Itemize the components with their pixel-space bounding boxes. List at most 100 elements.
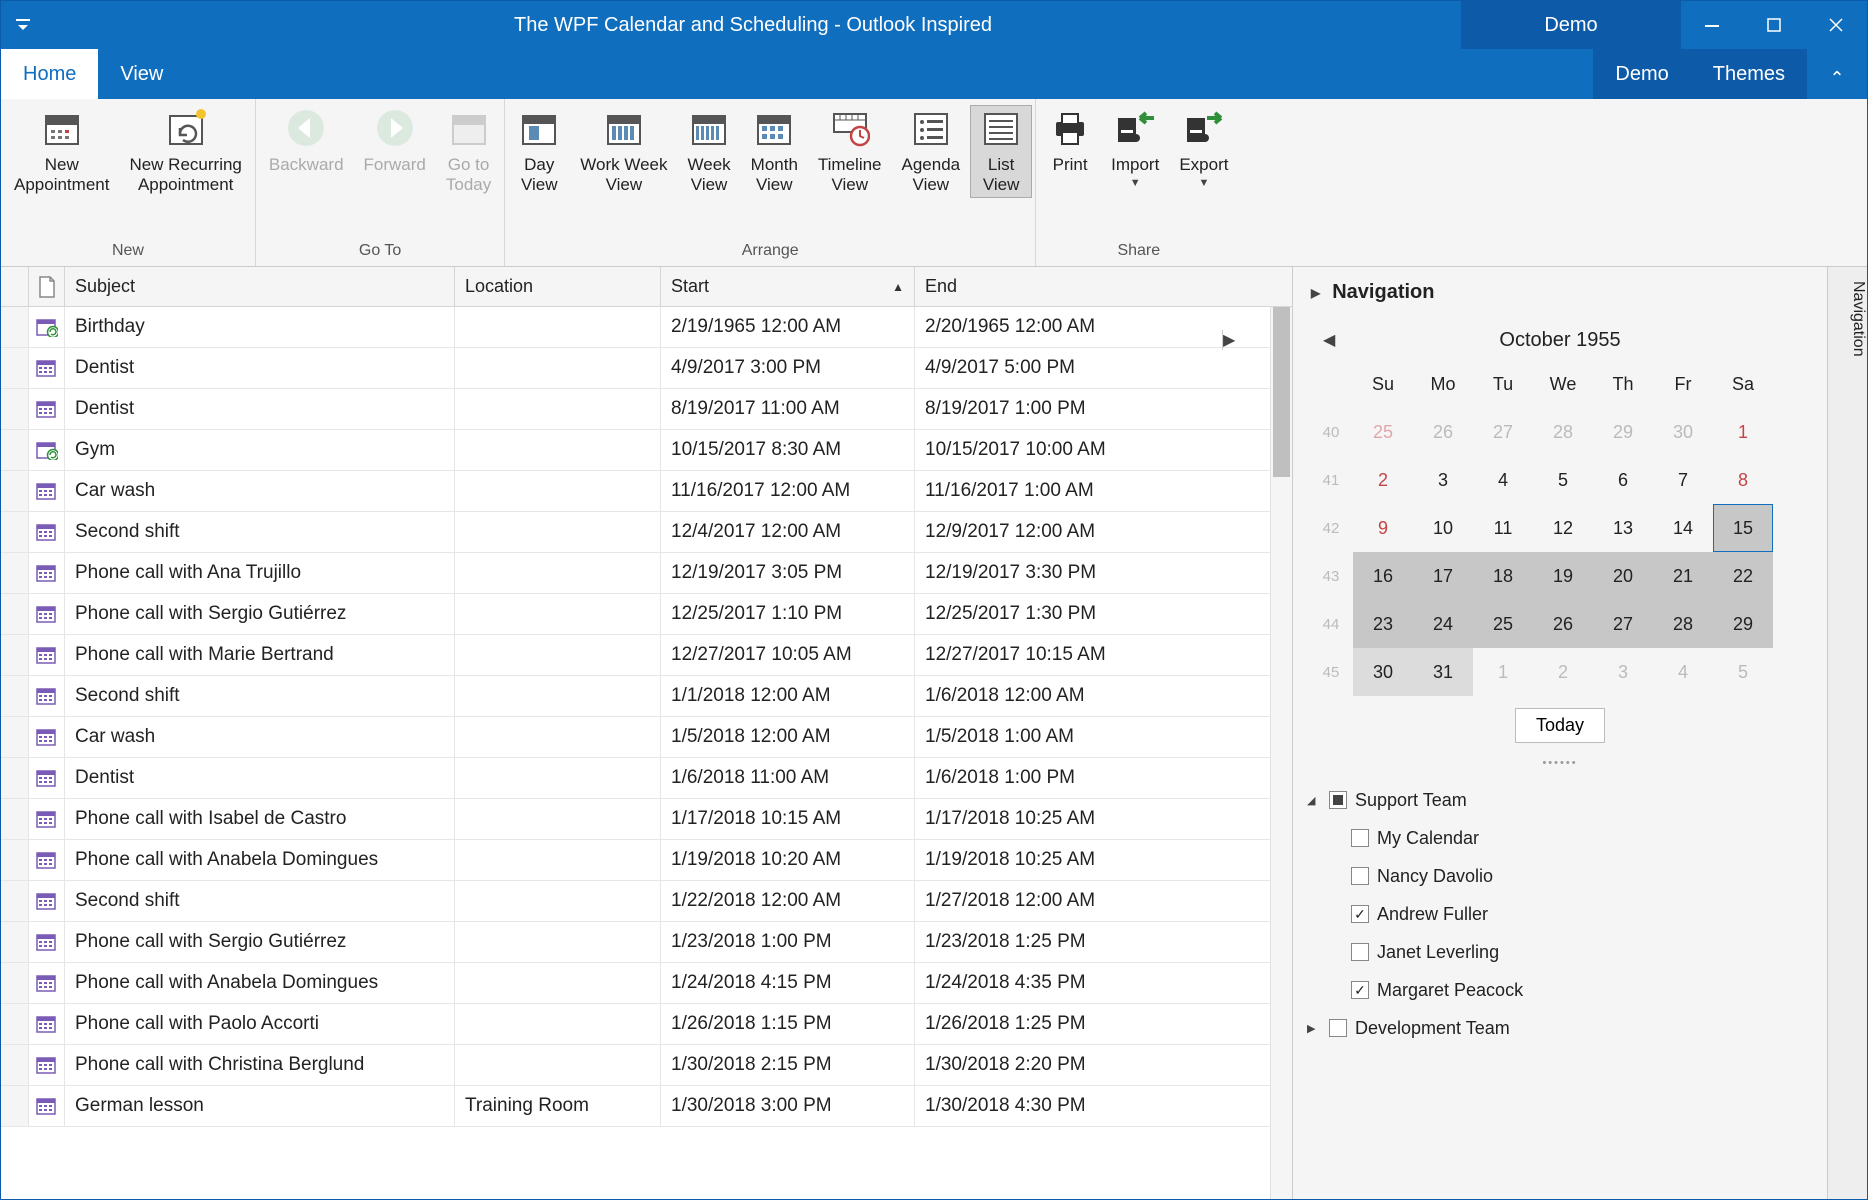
minical-day[interactable]: 2 <box>1533 648 1593 696</box>
minical-day[interactable]: 24 <box>1413 600 1473 648</box>
minical-day[interactable]: 13 <box>1593 504 1653 552</box>
tab-demo[interactable]: Demo <box>1593 49 1690 99</box>
tree-node[interactable]: Andrew Fuller <box>1307 895 1813 933</box>
checkbox[interactable] <box>1351 981 1369 999</box>
table-row[interactable]: Gym 10/15/2017 8:30 AM 10/15/2017 10:00 … <box>1 430 1270 471</box>
table-row[interactable]: Car wash 1/5/2018 12:00 AM 1/5/2018 1:00… <box>1 717 1270 758</box>
minical-day[interactable]: 8 <box>1713 456 1773 504</box>
table-row[interactable]: Birthday 2/19/1965 12:00 AM 2/20/1965 12… <box>1 307 1270 348</box>
column-location[interactable]: Location <box>455 267 661 306</box>
column-end[interactable]: End <box>915 267 1171 306</box>
minical-day[interactable]: 6 <box>1593 456 1653 504</box>
table-row[interactable]: Car wash 11/16/2017 12:00 AM 11/16/2017 … <box>1 471 1270 512</box>
minical-day[interactable]: 16 <box>1353 552 1413 600</box>
table-row[interactable]: Dentist 4/9/2017 3:00 PM 4/9/2017 5:00 P… <box>1 348 1270 389</box>
navigation-header[interactable]: Navigation <box>1293 267 1827 318</box>
export-button[interactable]: Export▼ <box>1169 105 1238 193</box>
qat-dropdown[interactable] <box>1 19 45 31</box>
minical-day[interactable]: 26 <box>1533 600 1593 648</box>
minical-day[interactable]: 25 <box>1473 600 1533 648</box>
tab-themes[interactable]: Themes <box>1691 49 1807 99</box>
checkbox[interactable] <box>1351 943 1369 961</box>
minical-day[interactable]: 27 <box>1473 408 1533 456</box>
forward-button[interactable]: Forward <box>354 105 436 177</box>
minical-day[interactable]: 20 <box>1593 552 1653 600</box>
minimize-button[interactable] <box>1681 1 1743 49</box>
checkbox[interactable] <box>1351 829 1369 847</box>
minical-day[interactable]: 4 <box>1473 456 1533 504</box>
month-view-button[interactable]: Month View <box>741 105 808 198</box>
expand-icon[interactable]: ▶ <box>1307 1022 1321 1035</box>
minical-day[interactable]: 30 <box>1653 408 1713 456</box>
column-indicator[interactable] <box>1 267 29 306</box>
tree-node[interactable]: ▶Development Team <box>1307 1009 1813 1047</box>
minical-day[interactable]: 15 <box>1713 504 1773 552</box>
tree-node[interactable]: Nancy Davolio <box>1307 857 1813 895</box>
close-button[interactable] <box>1805 1 1867 49</box>
minical-day[interactable]: 19 <box>1533 552 1593 600</box>
demo-header-tab[interactable]: Demo <box>1461 1 1681 49</box>
minical-day[interactable]: 9 <box>1353 504 1413 552</box>
table-row[interactable]: Second shift 1/1/2018 12:00 AM 1/6/2018 … <box>1 676 1270 717</box>
minical-day[interactable]: 27 <box>1593 600 1653 648</box>
agenda-view-button[interactable]: Agenda View <box>892 105 971 198</box>
new-recurring-appointment-button[interactable]: New Recurring Appointment <box>119 105 251 198</box>
minical-day[interactable]: 7 <box>1653 456 1713 504</box>
minical-day[interactable]: 17 <box>1413 552 1473 600</box>
table-row[interactable]: German lesson Training Room 1/30/2018 3:… <box>1 1086 1270 1127</box>
minical-day[interactable]: 12 <box>1533 504 1593 552</box>
minical-day[interactable]: 14 <box>1653 504 1713 552</box>
minical-day[interactable]: 5 <box>1533 456 1593 504</box>
tree-node[interactable]: Janet Leverling <box>1307 933 1813 971</box>
column-start[interactable]: Start▲ <box>661 267 915 306</box>
new-appointment-button[interactable]: New Appointment <box>4 105 119 198</box>
minical-day[interactable]: 18 <box>1473 552 1533 600</box>
table-row[interactable]: Phone call with Marie Bertrand 12/27/201… <box>1 635 1270 676</box>
table-row[interactable]: Phone call with Paolo Accorti 1/26/2018 … <box>1 1004 1270 1045</box>
minical-day[interactable]: 28 <box>1653 600 1713 648</box>
minical-day[interactable]: 29 <box>1593 408 1653 456</box>
checkbox[interactable] <box>1351 867 1369 885</box>
minical-day[interactable]: 31 <box>1413 648 1473 696</box>
minical-day[interactable]: 3 <box>1413 456 1473 504</box>
tree-node[interactable]: ◢Support Team <box>1307 781 1813 819</box>
tab-home[interactable]: Home <box>1 49 98 99</box>
splitter-handle[interactable]: •••••• <box>1293 753 1827 777</box>
minical-day[interactable]: 25 <box>1353 408 1413 456</box>
table-row[interactable]: Second shift 12/4/2017 12:00 AM 12/9/201… <box>1 512 1270 553</box>
minical-day[interactable]: 22 <box>1713 552 1773 600</box>
minical-day[interactable]: 10 <box>1413 504 1473 552</box>
minical-day[interactable]: 1 <box>1473 648 1533 696</box>
import-button[interactable]: Import▼ <box>1101 105 1169 193</box>
ribbon-collapse-button[interactable]: ⌃ <box>1807 68 1867 99</box>
day-view-button[interactable]: Day View <box>508 105 570 198</box>
minical-day[interactable]: 23 <box>1353 600 1413 648</box>
minical-day[interactable]: 30 <box>1353 648 1413 696</box>
table-row[interactable]: Phone call with Anabela Domingues 1/19/2… <box>1 840 1270 881</box>
checkbox[interactable] <box>1329 791 1347 809</box>
minical-day[interactable]: 26 <box>1413 408 1473 456</box>
minical-day[interactable]: 5 <box>1713 648 1773 696</box>
table-row[interactable]: Dentist 8/19/2017 11:00 AM 8/19/2017 1:0… <box>1 389 1270 430</box>
table-row[interactable]: Phone call with Sergio Gutiérrez 1/23/20… <box>1 922 1270 963</box>
minical-day[interactable]: 1 <box>1713 408 1773 456</box>
go-to-today-button[interactable]: Go to Today <box>436 105 501 198</box>
navigation-sidebar-tab[interactable]: Navigation <box>1827 267 1867 1199</box>
print-button[interactable]: Print <box>1039 105 1101 177</box>
table-row[interactable]: Phone call with Ana Trujillo 12/19/2017 … <box>1 553 1270 594</box>
table-row[interactable]: Phone call with Anabela Domingues 1/24/2… <box>1 963 1270 1004</box>
today-button[interactable]: Today <box>1515 708 1605 743</box>
next-month-button[interactable]: ▶ <box>1222 330 1797 350</box>
minical-day[interactable]: 3 <box>1593 648 1653 696</box>
backward-button[interactable]: Backward <box>259 105 354 177</box>
vertical-scrollbar[interactable] <box>1270 307 1292 1199</box>
work-week-view-button[interactable]: Work Week View <box>570 105 677 198</box>
minical-day[interactable]: 29 <box>1713 600 1773 648</box>
minical-day[interactable]: 21 <box>1653 552 1713 600</box>
list-view-button[interactable]: List View <box>970 105 1032 198</box>
table-row[interactable]: Phone call with Isabel de Castro 1/17/20… <box>1 799 1270 840</box>
checkbox[interactable] <box>1329 1019 1347 1037</box>
table-row[interactable]: Dentist 1/6/2018 11:00 AM 1/6/2018 1:00 … <box>1 758 1270 799</box>
collapse-icon[interactable]: ◢ <box>1307 794 1321 807</box>
tree-node[interactable]: Margaret Peacock <box>1307 971 1813 1009</box>
